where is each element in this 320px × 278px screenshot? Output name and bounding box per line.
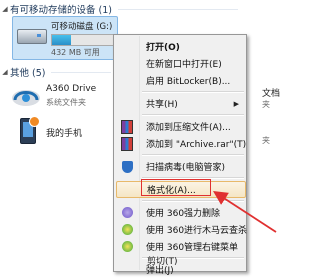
drive-usage-bar <box>51 34 116 46</box>
menu-item-bitlocker[interactable]: 启用 BitLocker(B)... <box>116 72 244 89</box>
360-scan-icon <box>116 223 138 237</box>
a360-cloud-icon <box>12 90 40 106</box>
drive-usage-fill <box>52 35 71 45</box>
menu-item-cut[interactable]: 剪切(T) <box>115 252 243 268</box>
menu-item-label: 添加到 "Archive.rar"(T) <box>146 140 247 150</box>
menu-item-360-delete[interactable]: 使用 360强力删除 <box>116 204 244 221</box>
usb-drive-icon <box>17 29 47 44</box>
menu-item-label: 添加到压缩文件(A)... <box>146 123 231 133</box>
menu-separator <box>142 114 244 116</box>
group-divider <box>117 8 238 10</box>
menu-item-open[interactable]: 打开(O) <box>116 38 244 55</box>
item-name: 我的手机 <box>46 129 83 139</box>
group-title: 有可移动存储的设备 (1) <box>10 5 112 16</box>
menu-item-label: 启用 BitLocker(B)... <box>146 77 231 87</box>
winrar-icon <box>116 136 138 151</box>
right-item-name: 文档 <box>262 89 281 99</box>
drive-free-space: 432 MB 可用 <box>51 48 100 57</box>
menu-item-label: 共享(H) <box>146 100 178 110</box>
menu-item-add-to-archive-rar[interactable]: 添加到 "Archive.rar"(T) <box>116 135 247 152</box>
menu-separator <box>142 154 244 156</box>
menu-item-open-new-window[interactable]: 在新窗口中打开(E) <box>116 55 244 72</box>
item-type: 系统文件夹 <box>46 98 86 107</box>
right-item-type: 夹 <box>262 136 270 145</box>
item-name: A360 Drive <box>46 84 97 94</box>
menu-item-label: 使用 360强力删除 <box>146 209 221 219</box>
menu-item-label: 使用 360进行木马云查杀 <box>146 226 248 236</box>
blank-icon <box>116 97 138 111</box>
blank-icon <box>116 74 138 88</box>
360-delete-icon <box>116 206 138 220</box>
annotation-highlight-box <box>141 179 211 196</box>
menu-item-360-scan[interactable]: 使用 360进行木马云查杀 <box>116 221 248 238</box>
menu-item-share[interactable]: 共享(H) ▶ <box>116 95 244 112</box>
menu-item-scan-virus[interactable]: 扫描病毒(电脑管家) <box>116 158 244 175</box>
phone-badge-icon <box>29 116 40 127</box>
menu-separator <box>142 91 244 93</box>
context-menu: 打开(O) 在新窗口中打开(E) 启用 BitLocker(B)... 共享(H… <box>113 34 248 276</box>
submenu-arrow-icon: ▶ <box>233 99 239 108</box>
group-header-other[interactable]: ◢ 其他 (5) <box>0 65 112 79</box>
winrar-icon <box>116 119 138 134</box>
menu-item-add-to-archive[interactable]: 添加到压缩文件(A)... <box>116 118 244 135</box>
blank-icon <box>117 183 139 197</box>
group-divider <box>51 71 112 73</box>
blank-icon <box>116 40 138 54</box>
removable-drive-g[interactable]: 可移动磁盘 (G:) 432 MB 可用 <box>12 16 118 60</box>
menu-item-label: 扫描病毒(电脑管家) <box>146 163 226 173</box>
shield-icon <box>116 160 138 174</box>
menu-separator <box>142 200 244 202</box>
collapse-chevron-icon[interactable]: ◢ <box>0 5 10 13</box>
group-header-removable[interactable]: ◢ 有可移动存储的设备 (1) <box>0 2 238 16</box>
menu-item-label: 在新窗口中打开(E) <box>146 60 222 70</box>
my-phone-item[interactable]: 我的手机 <box>0 114 112 146</box>
menu-item-label: 打开(O) <box>146 43 180 53</box>
menu-item-label: 剪切(T) <box>147 256 178 267</box>
blank-icon <box>116 57 138 71</box>
right-item-type: 夹 <box>262 100 270 109</box>
drive-name: 可移动磁盘 (G:) <box>51 22 113 32</box>
collapse-chevron-icon[interactable]: ◢ <box>0 68 10 76</box>
group-title: 其他 (5) <box>10 68 46 79</box>
a360-drive-item[interactable]: A360 Drive 系统文件夹 <box>0 80 112 112</box>
